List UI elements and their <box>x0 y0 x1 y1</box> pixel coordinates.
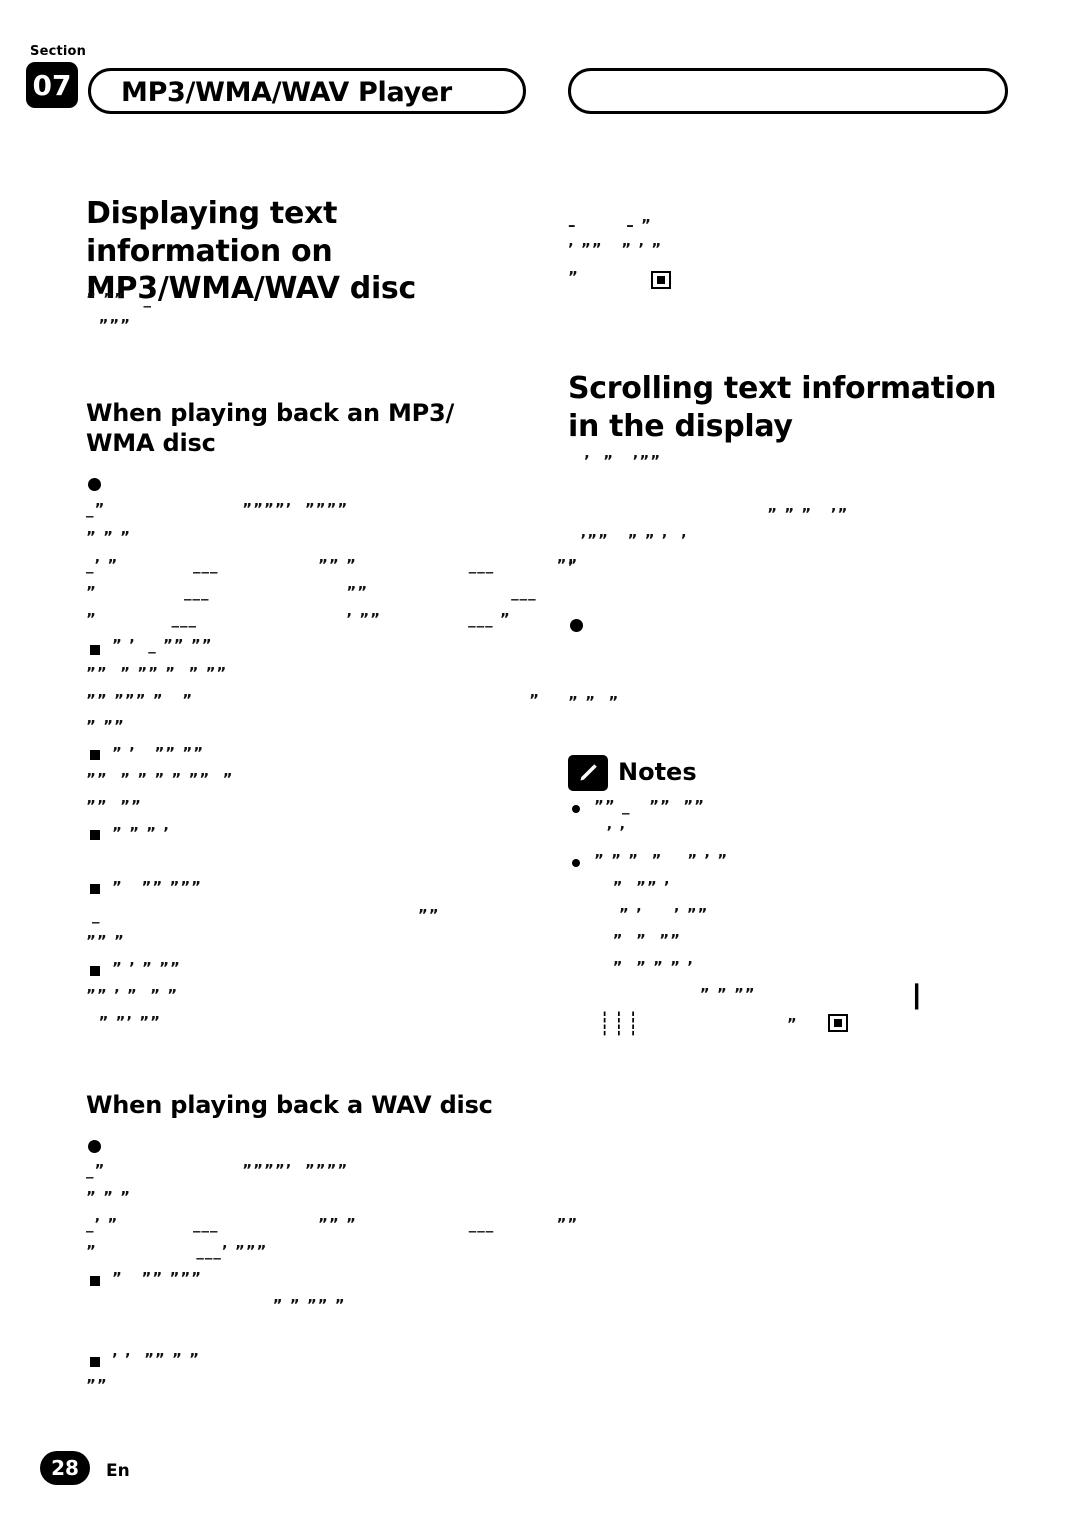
right-body-2-line-1: ’”” ” ” ’ ’ <box>568 531 688 549</box>
right-note-0-line-1: ’ ’ <box>594 823 627 841</box>
left-body-1-line-1: ” ” ” <box>86 528 132 546</box>
bullet-dot <box>88 478 101 491</box>
bullet-square <box>90 1357 100 1367</box>
bars-icon: ┃ <box>910 985 925 1010</box>
bullet-dot <box>88 1140 101 1153</box>
right-note-1-line-2: ” ’ ’ ”” <box>594 905 709 923</box>
right-body-3-line-0: ” ” ” <box>568 693 620 711</box>
left-body-5-line-1: _ ”” <box>92 906 440 924</box>
left-body-2-line-1: ”” ” ”” ” ” ”” <box>86 664 228 682</box>
left-subheading-2: When playing back a WAV disc <box>86 1091 493 1119</box>
language-label: En <box>106 1461 130 1481</box>
pencil-icon-svg <box>580 764 597 781</box>
left-body-7-line-2: _’ ” ___ ”” ” ___ ”” <box>86 1215 579 1233</box>
section-label: Section <box>30 44 87 59</box>
page-footer: 28 En <box>40 1451 240 1491</box>
left-body-6-line-0: ” ’ ” ”” <box>112 959 181 977</box>
right-body-2-line-2: ’ <box>568 558 575 576</box>
left-body-6-line-2: ” ”’ ”” <box>86 1013 162 1031</box>
left-body-9-line-0: ’ ’ ”” ” ” <box>112 1350 200 1368</box>
left-body-1-line-0: _” ””””’ ”””” <box>86 500 349 518</box>
stop-key-icon <box>828 1014 848 1032</box>
bullet-square <box>90 830 100 840</box>
bullet-square <box>90 645 100 655</box>
right-top-line-1: ’ ”” ” ’ ” <box>568 240 663 258</box>
section-number-badge: 07 <box>26 62 78 108</box>
right-note-1-line-1: ” ”” ’ <box>594 878 671 896</box>
left-body-1-line-3: ” ___ ”” ___ <box>86 583 537 601</box>
left-body-3-line-2: ”” ”” <box>86 797 142 815</box>
right-note-1-line-5: ” ” ”” <box>594 985 756 1003</box>
right-note-1-line-3: ” ” ”” <box>594 931 681 949</box>
left-body-8-line-1: ” ” ”” ” <box>86 1296 346 1314</box>
left-body-7-line-0: _” ””””’ ”””” <box>86 1161 349 1179</box>
left-intro-line-0: ” ”” _ <box>86 290 152 308</box>
left-intro-line-1: ””” <box>86 316 132 334</box>
left-body-9-line-1: ”” <box>86 1376 108 1394</box>
bullet-small <box>572 859 580 867</box>
right-body-1-line-0: ’ ” ’”” <box>584 452 662 470</box>
bullet-square <box>90 966 100 976</box>
left-body-5-line-2: ”” ” <box>86 932 125 950</box>
left-body-5-line-0: ” ”” ””” <box>112 878 203 896</box>
right-body-2-line-0: ” ” ” ’” <box>568 505 849 523</box>
bullet-square <box>90 884 100 894</box>
left-body-2-line-3: ” ”” <box>86 717 125 735</box>
bullet-small <box>572 805 580 813</box>
page-header: Section 07 MP3/WMA/WAV Player <box>0 38 1080 114</box>
chapter-title-pill-right <box>568 68 1008 114</box>
left-body-1-line-4: ” ___ ’ ”” ___ ” <box>86 610 511 628</box>
left-body-7-line-1: ” ” ” <box>86 1188 132 1206</box>
right-note-1-line-0: ” ” ” ” ” ’ ” <box>594 851 729 869</box>
pencil-icon <box>568 755 608 791</box>
notes-label: Notes <box>618 758 697 786</box>
left-body-2-line-2: ”” ””” ” ” ” <box>86 691 540 709</box>
left-body-3-line-0: ” ’ ”” ”” <box>112 744 205 762</box>
right-top-line-0: – – ” <box>568 216 652 234</box>
chapter-title-pill: MP3/WMA/WAV Player <box>88 68 526 114</box>
page-number-badge: 28 <box>40 1451 90 1485</box>
right-note-1-line-4: ” ” ” ” ’ <box>594 958 694 976</box>
right-heading: Scrolling text information in the displa… <box>568 371 997 444</box>
left-body-6-line-1: ”” ’ ” ” ” <box>86 986 179 1004</box>
right-heading-wrap: Scrolling text information in the displa… <box>568 370 1008 453</box>
bars-icon: ┊┊┊ <box>598 1012 641 1037</box>
page-title: MP3/WMA/WAV Player <box>121 77 452 108</box>
right-top-line-2: ” <box>568 268 579 286</box>
left-subheading-1: When playing back an MP3/ WMA disc <box>86 399 455 457</box>
left-body-7-line-3: ” ___’ ””” <box>86 1242 268 1260</box>
left-body-2-line-0: ” ’ _ ”” ”” <box>112 636 213 654</box>
left-body-1-line-2: _’ ” ___ ”” ” ___ ”” <box>86 556 579 574</box>
stop-key-icon <box>651 271 671 289</box>
left-body-3-line-1: ”” ” ” ” ” ”” ” <box>86 770 234 788</box>
bullet-square <box>90 1276 100 1286</box>
left-body-4-line-0: ” ” ” ’ <box>112 824 170 842</box>
left-body-8-line-0: ” ”” ””” <box>112 1269 203 1287</box>
right-note-0-line-0: ”” _ ”” ”” <box>594 797 705 815</box>
bullet-dot <box>570 619 583 632</box>
bullet-square <box>90 750 100 760</box>
left-subheading-2-wrap: When playing back a WAV disc <box>86 1090 526 1130</box>
left-subheading-1-wrap: When playing back an MP3/ WMA disc <box>86 398 506 468</box>
